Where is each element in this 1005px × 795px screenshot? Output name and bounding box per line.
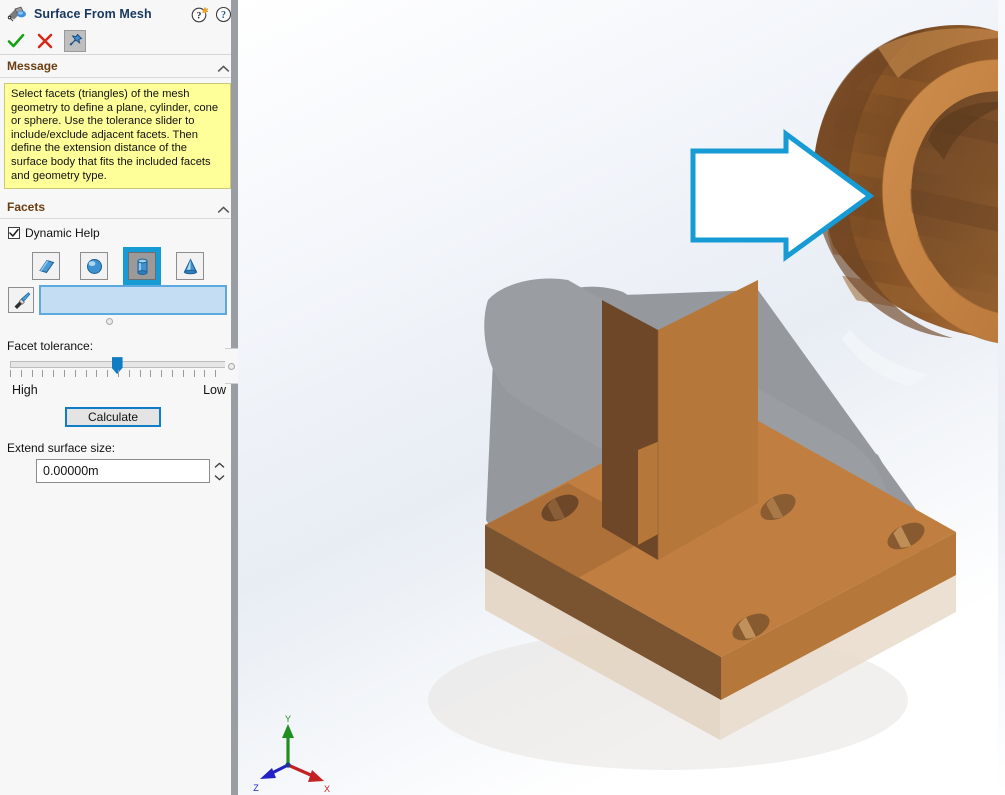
- slider-tick: [96, 370, 98, 378]
- slider-ticks: [10, 370, 227, 379]
- message-text: Select facets (triangles) of the mesh ge…: [4, 83, 231, 190]
- property-manager-title-bar: Surface From Mesh ? ?: [0, 0, 238, 28]
- slider-tick: [74, 370, 76, 378]
- section-title-facets: Facets: [7, 200, 46, 215]
- extend-surface-size-row: [0, 455, 238, 484]
- slider-tick: [139, 370, 141, 378]
- 3d-model-viewport[interactable]: Y X Z: [238, 0, 1005, 795]
- slider-tick: [118, 370, 119, 378]
- slider-tick: [53, 370, 55, 378]
- message-body-wrapper: Select facets (triangles) of the mesh ge…: [0, 78, 238, 196]
- solidworks-window: Surface From Mesh ? ? Message Select fac…: [0, 0, 1005, 795]
- selection-resize-row: [0, 315, 238, 326]
- plane-geometry-button[interactable]: [32, 252, 60, 281]
- slider-tick: [161, 370, 163, 378]
- facet-tolerance-label: Facet tolerance:: [7, 339, 94, 354]
- triad-label-x: X: [324, 784, 330, 794]
- chevron-up-icon[interactable]: [217, 203, 230, 214]
- section-header-message[interactable]: Message: [0, 55, 238, 78]
- slider-tick: [215, 370, 217, 378]
- mesh-bracket-model[interactable]: Y X Z: [238, 0, 998, 795]
- slider-tick: [204, 370, 206, 378]
- slider-tick: [107, 370, 109, 378]
- cylinder-geometry-button[interactable]: [123, 247, 161, 286]
- page-title: Surface From Mesh: [34, 7, 152, 21]
- extend-surface-size-input[interactable]: [36, 459, 210, 484]
- triad-label-z: Z: [253, 783, 259, 793]
- section-header-facets[interactable]: Facets: [0, 196, 238, 220]
- calculate-button[interactable]: Calculate: [65, 407, 161, 428]
- ok-button[interactable]: [6, 31, 26, 51]
- resize-handle-dot[interactable]: [105, 318, 113, 326]
- slider-track[interactable]: [10, 357, 226, 375]
- slider-tick: [150, 370, 152, 378]
- slider-tick: [42, 370, 44, 378]
- cancel-button[interactable]: [35, 31, 55, 51]
- tolerance-low-label: Low: [203, 383, 226, 398]
- surface-from-mesh-icon: [7, 5, 27, 23]
- property-manager-panel: Surface From Mesh ? ? Message Select fac…: [0, 0, 238, 795]
- slider-tick: [64, 370, 65, 378]
- triad-label-y: Y: [285, 714, 291, 724]
- splitter-dot: [228, 362, 235, 370]
- chevron-up-icon[interactable]: [217, 62, 230, 72]
- panel-splitter-handle[interactable]: [225, 348, 238, 384]
- calculate-row: Calculate: [0, 397, 238, 428]
- extend-surface-size-label: Extend surface size:: [7, 441, 116, 456]
- facet-tolerance-slider[interactable]: [10, 357, 227, 379]
- stepper-down-icon[interactable]: [214, 473, 225, 481]
- facets-body: Dynamic Help Facet tolerance: High Low C…: [0, 219, 238, 484]
- panel-splitter[interactable]: [225, 0, 238, 795]
- stepper-up-icon[interactable]: [214, 461, 225, 469]
- whats-new-help-icon[interactable]: ?: [191, 6, 208, 23]
- slider-tick: [20, 370, 22, 378]
- sphere-geometry-button[interactable]: [80, 252, 108, 281]
- svg-text:?: ?: [197, 11, 202, 21]
- dynamic-help-label: Dynamic Help: [25, 226, 100, 241]
- tolerance-endpoint-labels: High Low: [0, 379, 238, 397]
- slider-tick: [182, 370, 184, 378]
- help-icon[interactable]: ?: [215, 6, 232, 23]
- cone-geometry-button[interactable]: [176, 252, 204, 281]
- slider-tick: [10, 370, 11, 378]
- dynamic-help-row[interactable]: Dynamic Help: [0, 224, 238, 242]
- svg-text:?: ?: [221, 10, 226, 21]
- tolerance-high-label: High: [12, 383, 38, 398]
- selected-facets-box[interactable]: [39, 285, 227, 316]
- facet-selection-row: [0, 282, 238, 316]
- slider-tick: [193, 370, 195, 378]
- geometry-type-row: [0, 242, 238, 286]
- property-manager-actions: [0, 28, 238, 55]
- slider-tick: [172, 370, 173, 378]
- slider-tick: [85, 370, 87, 378]
- slider-tick: [31, 370, 33, 378]
- dynamic-help-checkbox[interactable]: [8, 227, 20, 240]
- slider-tick: [128, 370, 130, 378]
- paintbrush-icon[interactable]: [8, 287, 34, 314]
- pin-button[interactable]: [64, 30, 86, 52]
- section-title-message: Message: [7, 59, 58, 73]
- extend-surface-size-stepper[interactable]: [210, 459, 228, 484]
